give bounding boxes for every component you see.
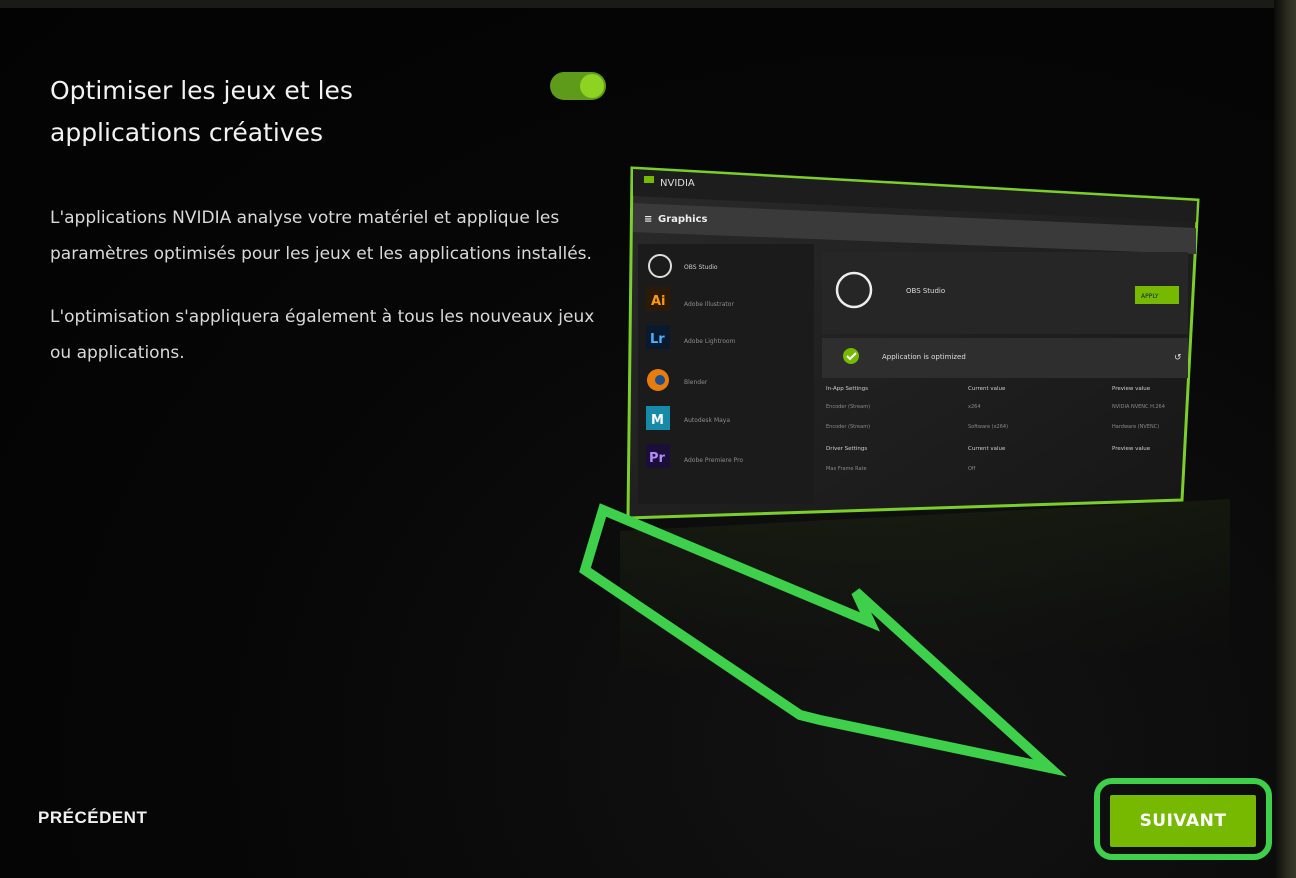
- check-icon: [843, 348, 859, 364]
- nvidia-logo-icon: [644, 176, 654, 183]
- preview-selected-app: OBS Studio: [906, 287, 945, 295]
- preview-cell: x264: [968, 404, 981, 410]
- preview-reflection: [620, 499, 1230, 681]
- svg-text:≡: ≡: [644, 214, 652, 225]
- description: L'applications NVIDIA analyse votre maté…: [50, 200, 610, 398]
- page-title: Optimiser les jeux et les applications c…: [50, 76, 353, 147]
- preview-apply-label: APPLY: [1141, 293, 1159, 300]
- preview-section: Graphics: [658, 214, 708, 225]
- preview-app-1: OBS Studio: [684, 264, 718, 271]
- preview-app-6: Adobe Premiere Pro: [684, 457, 743, 464]
- preview-app-5: Autodesk Maya: [684, 417, 730, 424]
- preview-status: Application is optimized: [882, 353, 966, 361]
- preview-col: Current value: [968, 446, 1006, 452]
- setup-dialog: Optimiser les jeux et les applications c…: [0, 0, 1296, 878]
- preview-illustration: NVIDIA ≡ Graphics OBS Studio Ai Adobe Il…: [626, 166, 1200, 520]
- preview-col-3: Preview value: [1112, 386, 1151, 392]
- description-paragraph-1: L'applications NVIDIA analyse votre maté…: [50, 208, 592, 264]
- preview-app-3: Adobe Lightroom: [684, 338, 736, 345]
- preview-app-2: Adobe Illustrator: [684, 301, 734, 308]
- description-paragraph-2: L'optimisation s'appliquera également à …: [50, 307, 595, 363]
- svg-text:Pr: Pr: [649, 451, 666, 466]
- svg-text:Lr: Lr: [650, 332, 665, 347]
- preview-app-4: Blender: [684, 379, 708, 386]
- preview-cell: Off: [968, 466, 976, 472]
- preview-cell: Software (x264): [968, 424, 1008, 430]
- svg-text:Ai: Ai: [651, 294, 666, 309]
- preview-col: Preview value: [1112, 446, 1151, 452]
- preview-cell: Encoder (Stream): [826, 404, 870, 410]
- next-button[interactable]: SUIVANT: [1110, 795, 1256, 847]
- preview-col-1: In-App Settings: [826, 386, 868, 392]
- previous-button[interactable]: PRÉCÉDENT: [38, 808, 147, 828]
- preview-status-row: [822, 338, 1188, 378]
- preview-col-2: Current value: [968, 386, 1006, 392]
- background-edge: [1274, 0, 1296, 878]
- svg-text:↺: ↺: [1174, 353, 1182, 363]
- preview-col: Driver Settings: [826, 446, 867, 452]
- optimize-toggle[interactable]: [550, 72, 606, 100]
- preview-cell: NVIDIA NVENC H.264: [1112, 404, 1165, 410]
- svg-text:M: M: [651, 413, 664, 428]
- preview-brand: NVIDIA: [660, 178, 695, 189]
- preview-cell: Max Frame Rate: [826, 466, 867, 472]
- preview-cell: Hardware (NVENC): [1112, 424, 1159, 430]
- top-edge: [0, 0, 1296, 8]
- preview-cell: Encoder (Stream): [826, 424, 870, 430]
- toggle-knob: [580, 74, 604, 98]
